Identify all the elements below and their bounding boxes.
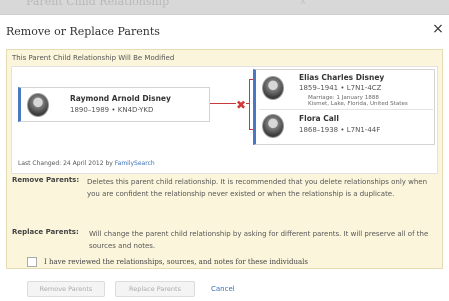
replace-parents-button[interactable]: Replace Parents [115,281,195,297]
review-checkbox[interactable] [27,257,37,267]
cancel-link[interactable]: Cancel [211,281,235,297]
mother-avatar [262,114,284,138]
card-divider [259,109,433,110]
separator-dot: • [111,106,116,114]
marriage-place: Kismet, Lake, Florida, United States [308,101,408,107]
warning-text: This Parent Child Relationship Will Be M… [12,54,175,62]
father-avatar [262,76,284,100]
separator-dot: • [340,84,345,92]
connector-line [249,79,250,129]
replace-label: Replace Parents: [12,228,79,236]
child-id: KN4D-YKD [117,106,154,114]
familysearch-link[interactable]: FamilySearch [115,160,155,167]
close-icon[interactable]: × [431,21,445,37]
mother-id: L7N1-44F [346,126,381,134]
father-id: L7N1-4CZ [346,84,382,92]
remove-parents-button[interactable]: Remove Parents [27,281,105,297]
child-details: 1890–1989 • KN4D-YKD [70,106,153,114]
background-title: Parent Child Relationship [26,0,170,8]
last-changed: Last Changed: 24 April 2012 by FamilySea… [18,160,155,167]
review-checkbox-label[interactable]: I have reviewed the relationships, sourc… [44,258,308,266]
remove-replace-dialog: Remove or Replace Parents × This Parent … [0,14,449,301]
replace-text: Will change the parent child relationshi… [89,230,429,250]
background-window: Parent Child Relationship x [0,0,449,14]
remove-label: Remove Parents: [12,176,80,184]
mother-details: 1868–1938 • L7N1-44F [299,126,380,134]
last-changed-text: Last Changed: 24 April 2012 by [18,160,113,167]
separator-dot: • [340,126,345,134]
child-lifespan: 1890–1989 [70,106,110,114]
dialog-title: Remove or Replace Parents [6,25,160,38]
parents-card[interactable]: Elias Charles Disney 1859–1941 • L7N1-4C… [253,69,435,145]
father-details: 1859–1941 • L7N1-4CZ [299,84,381,92]
relationship-box: Raymond Arnold Disney 1890–1989 • KN4D-Y… [11,66,438,174]
remove-x-icon: ✖ [236,98,247,112]
relationship-panel: This Parent Child Relationship Will Be M… [6,49,443,269]
mother-name[interactable]: Flora Call [299,114,339,123]
father-lifespan: 1859–1941 [299,84,339,92]
remove-text: Deletes this parent child relationship. … [87,178,428,198]
mother-lifespan: 1868–1938 [299,126,339,134]
child-name[interactable]: Raymond Arnold Disney [70,94,171,103]
child-avatar [27,93,49,117]
child-card[interactable]: Raymond Arnold Disney 1890–1989 • KN4D-Y… [18,87,210,122]
background-close-icon: x [300,0,306,7]
connector-line [210,103,236,104]
father-name[interactable]: Elias Charles Disney [299,73,384,82]
